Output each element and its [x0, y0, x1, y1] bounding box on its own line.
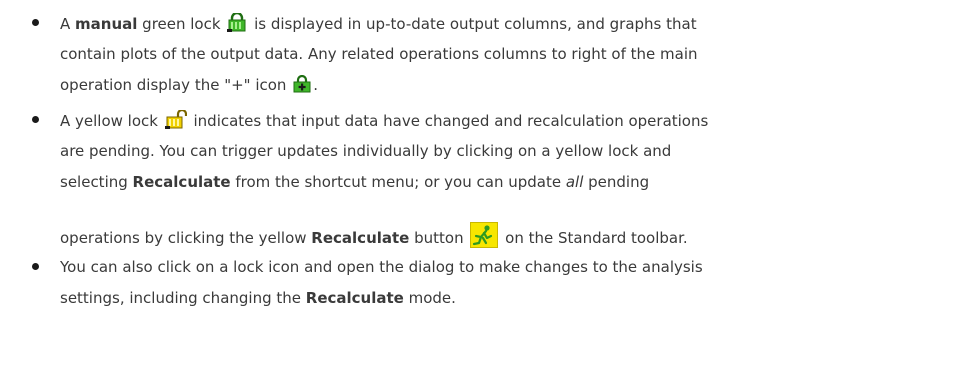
text-line: are pending. You can trigger updates ind…: [60, 142, 672, 160]
text-line: contain plots of the output data. Any re…: [60, 45, 698, 63]
yellow-lock-icon: [164, 108, 187, 134]
text-line: selecting Recalculate from the shortcut …: [60, 173, 650, 191]
emphasis-all: all: [565, 173, 584, 191]
bullet-dot: [32, 19, 39, 26]
bullet-dot: [32, 263, 39, 270]
bullet-dot: [32, 116, 39, 123]
text-line: A yellow lock indicates that input data …: [60, 108, 708, 130]
recalculate-runner-icon: [470, 222, 499, 253]
emphasis-recalculate: Recalculate: [311, 229, 410, 247]
text-line: operations by clicking the yellow Recalc…: [60, 222, 688, 248]
emphasis-recalculate: Recalculate: [132, 173, 231, 191]
emphasis-manual: manual: [75, 15, 138, 33]
green-lock-icon: [227, 11, 247, 37]
text-line: operation display the "+" icon .: [60, 74, 318, 98]
text-line: A manual green lock is displayed in up-t…: [60, 11, 697, 33]
emphasis-recalculate: Recalculate: [305, 289, 404, 307]
green-plus-lock-icon: [293, 74, 311, 98]
text-line: settings, including changing the Recalcu…: [60, 289, 456, 307]
text-line: You can also click on a lock icon and op…: [60, 258, 703, 276]
